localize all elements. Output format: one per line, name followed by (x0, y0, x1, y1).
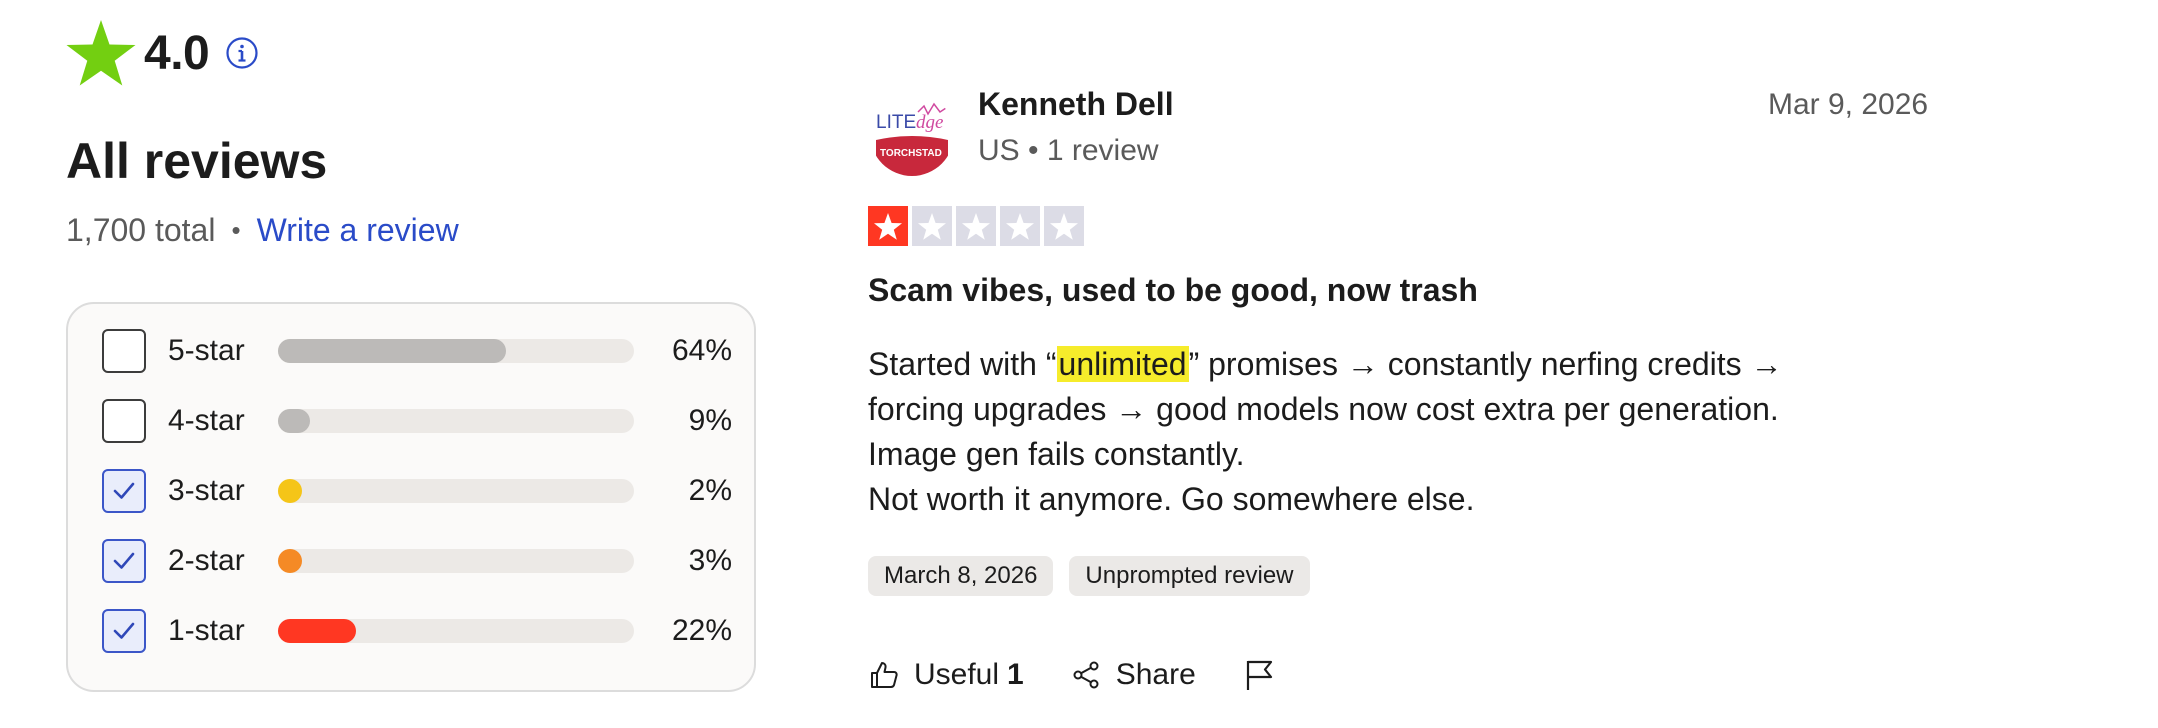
review-body-line: Not worth it anymore. Go somewhere else. (868, 481, 1475, 517)
total-count: 1,700 total (66, 212, 216, 248)
filter-checkbox[interactable] (102, 609, 146, 653)
review-tags: March 8, 2026 Unprompted review (868, 556, 1310, 596)
filter-checkbox[interactable] (102, 329, 146, 373)
filter-checkbox[interactable] (102, 539, 146, 583)
breakdown-row-2-star[interactable]: 2-star 3% (102, 536, 732, 586)
review-text: Started with “ (868, 346, 1057, 382)
share-label: Share (1115, 658, 1196, 691)
review-title[interactable]: Scam vibes, used to be good, now trash (868, 272, 1478, 309)
star-icon (66, 20, 136, 86)
star-label: 5-star (168, 334, 245, 367)
info-icon[interactable] (225, 36, 259, 70)
star-box (868, 206, 908, 246)
star-box (912, 206, 952, 246)
average-score: 4.0 (144, 26, 210, 80)
check-icon (113, 482, 135, 499)
percentage-value: 9% (688, 404, 732, 437)
star-breakdown-card: 5-star 64% 4-star 9% 3-star 2% 2-star 3%… (66, 302, 756, 692)
avatar-logo-image: LITE dge TORCHSTAD (870, 92, 954, 176)
svg-text:TORCHSTAD: TORCHSTAD (880, 148, 942, 159)
percentage-bar-fill (278, 619, 357, 643)
write-review-link[interactable]: Write a review (257, 212, 459, 249)
useful-label: Useful (914, 658, 1000, 691)
review-body-line: Image gen fails constantly. (868, 436, 1245, 472)
useful-button[interactable]: Useful 1 (868, 658, 1024, 692)
percentage-bar (278, 409, 634, 433)
share-button[interactable]: Share (1070, 658, 1196, 692)
avatar[interactable]: LITE dge TORCHSTAD (870, 92, 954, 176)
review-actions: Useful 1 Share (868, 658, 1322, 692)
star-icon (918, 213, 946, 240)
review-date: Mar 9, 2026 (1768, 88, 1929, 121)
percentage-value: 3% (688, 544, 732, 577)
star-label: 4-star (168, 404, 245, 437)
star-icon (1050, 213, 1078, 240)
unprompted-review-tag[interactable]: Unprompted review (1069, 556, 1310, 596)
star-rating (868, 206, 1084, 246)
highlighted-term: unlimited (1056, 346, 1189, 382)
review-body-line: Started with “unlimited” promises → cons… (868, 342, 1968, 387)
score-row: 4.0 (66, 20, 259, 86)
breakdown-row-3-star[interactable]: 3-star 2% (102, 466, 732, 516)
star-box (1044, 206, 1084, 246)
breakdown-row-1-star[interactable]: 1-star 22% (102, 606, 732, 656)
percentage-value: 2% (688, 474, 732, 507)
review-body: Started with “unlimited” promises → cons… (868, 342, 1968, 522)
percentage-bar-fill (278, 479, 302, 503)
review-text: ” promises → constantly nerfing credits … (1188, 346, 1783, 382)
separator-dot: • (231, 215, 241, 245)
share-icon (1073, 661, 1099, 689)
reviewer-name[interactable]: Kenneth Dell (978, 86, 1174, 123)
percentage-bar (278, 479, 634, 503)
percentage-bar (278, 549, 634, 573)
star-label: 1-star (168, 614, 245, 647)
review-card: LITE dge TORCHSTAD Kenneth Dell US • 1 r… (868, 0, 2158, 728)
useful-count: 1 (1007, 658, 1024, 691)
star-label: 2-star (168, 544, 245, 577)
filter-checkbox[interactable] (102, 469, 146, 513)
percentage-bar (278, 339, 634, 363)
breakdown-row-5-star[interactable]: 5-star 64% (102, 326, 732, 376)
report-button[interactable] (1242, 658, 1276, 692)
total-row: 1,700 total • Write a review (66, 212, 459, 249)
percentage-bar-fill (278, 549, 302, 573)
review-body-line: forcing upgrades → good models now cost … (868, 391, 1779, 427)
svg-text:LITE: LITE (876, 112, 916, 133)
thumbs-up-icon (871, 662, 898, 688)
reviewer-meta: US • 1 review (978, 134, 1159, 167)
breakdown-row-4-star[interactable]: 4-star 9% (102, 396, 732, 446)
star-icon (874, 213, 902, 240)
check-icon (113, 622, 135, 639)
percentage-value: 64% (671, 334, 732, 367)
svg-text:dge: dge (916, 112, 943, 133)
percentage-bar-fill (278, 339, 506, 363)
star-label: 3-star (168, 474, 245, 507)
star-box (956, 206, 996, 246)
page-title: All reviews (66, 133, 328, 189)
star-box (1000, 206, 1040, 246)
rating-summary-panel: 4.0 All reviews 1,700 total • Write a re… (0, 0, 780, 728)
percentage-bar-fill (278, 409, 311, 433)
percentage-bar (278, 619, 634, 643)
check-icon (113, 552, 135, 569)
flag-icon (1246, 660, 1272, 690)
star-icon (1006, 213, 1034, 240)
experience-date-tag: March 8, 2026 (868, 556, 1054, 596)
star-icon (962, 213, 990, 240)
filter-checkbox[interactable] (102, 399, 146, 443)
percentage-value: 22% (671, 614, 732, 647)
